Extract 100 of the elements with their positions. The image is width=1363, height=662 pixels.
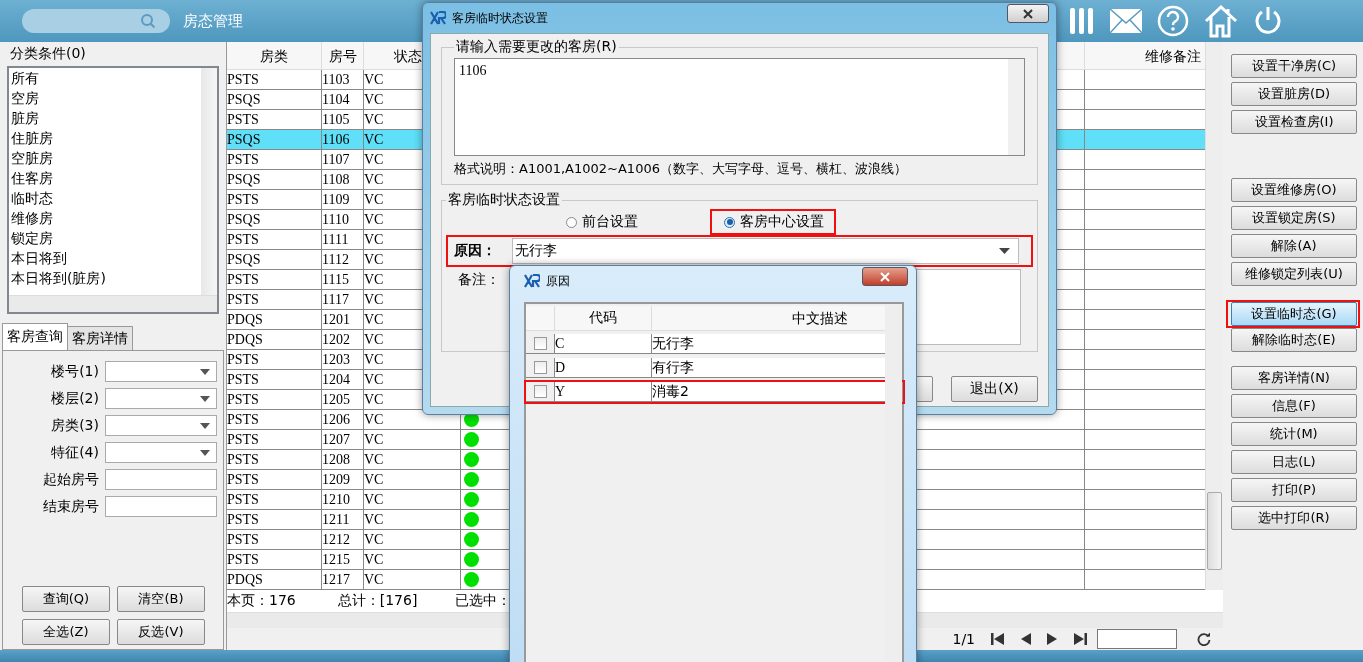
input-field[interactable] — [105, 496, 217, 517]
checkbox[interactable] — [533, 337, 547, 350]
action-button[interactable]: 打印(P) — [1231, 478, 1357, 502]
radio-label[interactable]: 客房中心设置 — [740, 213, 824, 231]
checkbox[interactable] — [533, 385, 547, 398]
category-item[interactable]: 脏房 — [9, 108, 199, 128]
action-button[interactable]: 日志(L) — [1231, 450, 1357, 474]
home-icon[interactable] — [1203, 4, 1239, 38]
table-cell[interactable]: PSTS — [227, 350, 322, 370]
category-item[interactable]: 所有 — [9, 68, 199, 88]
room-input[interactable]: 1106 — [454, 58, 1025, 156]
table-cell[interactable]: PSTS — [227, 150, 322, 170]
table-cell[interactable]: PSTS — [227, 490, 322, 510]
table-cell[interactable]: PSQS — [227, 210, 322, 230]
query-button[interactable]: 反选(V) — [117, 619, 205, 645]
radio-label[interactable]: 前台设置 — [582, 213, 638, 231]
reason-dropdown[interactable]: 无行李 — [512, 238, 1019, 264]
table-cell[interactable]: PDQS — [227, 310, 322, 330]
tab[interactable]: 客房详情 — [67, 326, 133, 350]
power-icon[interactable] — [1253, 5, 1283, 37]
dropdown-field[interactable] — [105, 442, 217, 463]
category-item[interactable]: 住客房 — [9, 168, 199, 188]
table-cell[interactable]: PSTS — [227, 410, 322, 430]
table-cell[interactable]: PSTS — [227, 470, 322, 490]
category-item[interactable]: 锁定房 — [9, 228, 199, 248]
previous-page-icon[interactable] — [1021, 633, 1031, 646]
table-cell[interactable]: PSTS — [227, 290, 322, 310]
input-field[interactable] — [105, 469, 217, 490]
category-item[interactable]: 本日将到(脏房) — [9, 268, 199, 288]
exit-button[interactable]: 退出(X) — [951, 376, 1038, 402]
table-cell[interactable]: PSQS — [227, 250, 322, 270]
category-item[interactable]: 临时态 — [9, 188, 199, 208]
column-header[interactable]: 房号 — [322, 42, 364, 70]
scrollbar[interactable] — [1205, 42, 1223, 590]
field-label: 楼层(2) — [50, 389, 100, 408]
table-cell[interactable]: PSTS — [227, 430, 322, 450]
table-cell[interactable]: PSTS — [227, 530, 322, 550]
table-cell: VC — [364, 470, 461, 490]
table-cell[interactable]: PSTS — [227, 550, 322, 570]
category-item[interactable]: 本日将到 — [9, 248, 199, 268]
table-cell[interactable]: PSTS — [227, 190, 322, 210]
category-item[interactable]: 空脏房 — [9, 148, 199, 168]
first-page-icon[interactable] — [991, 633, 1005, 646]
table-cell[interactable]: PDQS — [227, 330, 322, 350]
action-button[interactable]: 解除临时态(E) — [1231, 328, 1357, 352]
close-button[interactable] — [1007, 4, 1049, 23]
query-button[interactable]: 全选(Z) — [22, 619, 110, 645]
help-icon[interactable] — [1157, 5, 1189, 37]
column-header[interactable]: 房类 — [227, 42, 322, 70]
action-button[interactable]: 设置锁定房(S) — [1231, 206, 1357, 230]
query-button[interactable]: 查询(Q) — [22, 586, 110, 612]
next-page-icon[interactable] — [1047, 633, 1057, 646]
dropdown-field[interactable] — [105, 415, 217, 436]
table-cell[interactable]: PSTS — [227, 450, 322, 470]
action-button[interactable]: 统计(M) — [1231, 422, 1357, 446]
table-cell[interactable]: PSQS — [227, 130, 322, 150]
radio-button[interactable] — [724, 216, 735, 228]
column-header[interactable]: 代码 — [555, 306, 652, 331]
table-cell[interactable]: PSTS — [227, 370, 322, 390]
table-cell[interactable]: PSQS — [227, 90, 322, 110]
action-button[interactable]: 设置脏房(D) — [1231, 82, 1357, 106]
table-cell[interactable]: PSTS — [227, 390, 322, 410]
dropdown-field[interactable] — [105, 388, 217, 409]
scrollbar[interactable] — [201, 68, 217, 296]
dropdown-field[interactable] — [105, 361, 217, 382]
table-cell[interactable]: PSTS — [227, 230, 322, 250]
columns-icon[interactable] — [1069, 6, 1095, 36]
group-title: 分类条件(0) — [9, 44, 87, 63]
page-input[interactable] — [1097, 629, 1177, 650]
dropdown-arrow-icon — [200, 449, 210, 456]
table-cell[interactable]: PSTS — [227, 270, 322, 290]
action-button[interactable]: 信息(F) — [1231, 394, 1357, 418]
radio-button[interactable] — [566, 216, 577, 228]
category-item[interactable]: 空房 — [9, 88, 199, 108]
column-header[interactable]: 维修备注 — [1085, 42, 1205, 70]
tab[interactable]: 客房查询 — [2, 323, 68, 350]
action-button[interactable]: 解除(A) — [1231, 234, 1357, 258]
column-header[interactable]: 中文描述 — [652, 306, 887, 331]
table-cell[interactable]: PSQS — [227, 170, 322, 190]
action-button[interactable]: 选中打印(R) — [1231, 506, 1357, 530]
action-button[interactable]: 客房详情(N) — [1231, 366, 1357, 390]
query-button[interactable]: 清空(B) — [117, 586, 205, 612]
scrollbar[interactable] — [9, 295, 217, 312]
close-button[interactable] — [862, 267, 908, 286]
table-cell: D — [555, 358, 652, 378]
action-button[interactable]: 设置干净房(C) — [1231, 54, 1357, 78]
action-button[interactable]: 设置检查房(I) — [1231, 110, 1357, 134]
refresh-icon[interactable] — [1197, 632, 1211, 647]
table-cell: 1207 — [322, 430, 364, 450]
category-item[interactable]: 维修房 — [9, 208, 199, 228]
action-button[interactable]: 设置临时态(G) — [1231, 302, 1357, 326]
table-cell[interactable]: PSTS — [227, 510, 322, 530]
table-cell[interactable]: PSTS — [227, 70, 322, 90]
mail-icon[interactable] — [1109, 8, 1143, 34]
action-button[interactable]: 设置维修房(O) — [1231, 178, 1357, 202]
last-page-icon[interactable] — [1073, 633, 1087, 646]
action-button[interactable]: 维修锁定列表(U) — [1231, 262, 1357, 286]
checkbox[interactable] — [533, 361, 547, 374]
category-item[interactable]: 住脏房 — [9, 128, 199, 148]
search-field[interactable] — [22, 9, 170, 33]
